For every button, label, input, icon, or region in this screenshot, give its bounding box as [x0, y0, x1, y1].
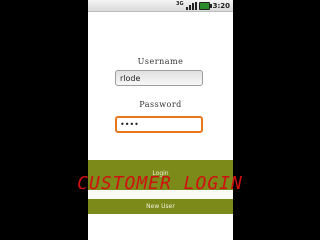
3g-signal-icon: 3G [175, 1, 184, 7]
username-label: Username [137, 57, 184, 66]
status-icons: 3G 3:20 [176, 1, 230, 10]
overlay-title: CUSTOMER LOGIN [77, 173, 243, 194]
new-user-button-label: New User [146, 203, 175, 210]
username-field[interactable]: rlode [115, 70, 203, 86]
battery-icon [198, 1, 212, 10]
password-field[interactable]: •••• [115, 116, 203, 133]
password-label: Password [139, 100, 182, 109]
phone-screen: 3G 3:20 Username rlode Password •••• Log… [88, 0, 233, 240]
signal-bars-icon [185, 1, 197, 10]
new-user-button[interactable]: New User [88, 199, 233, 214]
status-clock: 3:20 [212, 1, 230, 10]
status-bar: 3G 3:20 [88, 0, 233, 12]
